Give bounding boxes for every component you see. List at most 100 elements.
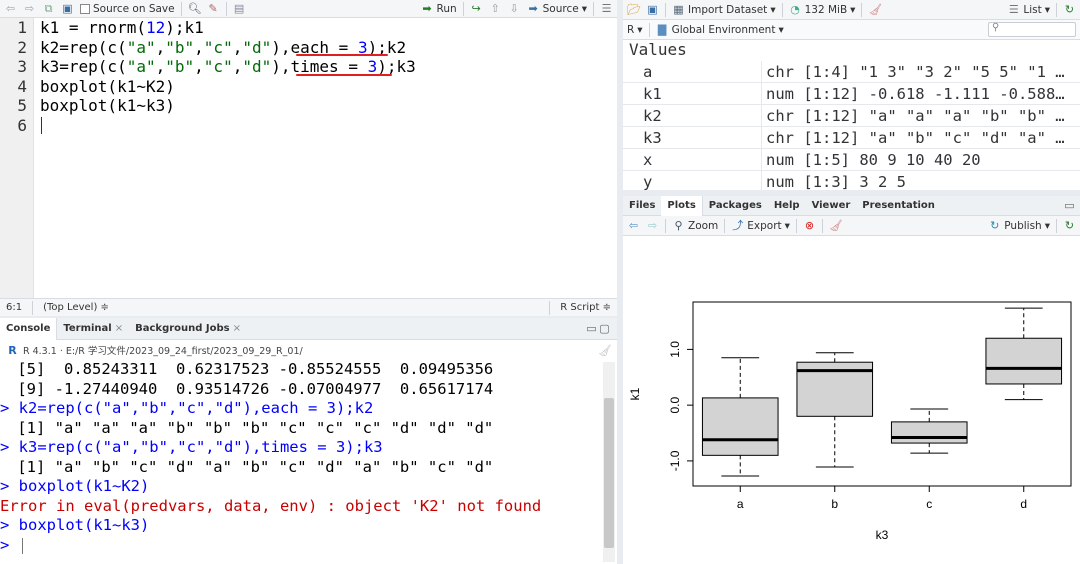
tab-presentation[interactable]: Presentation xyxy=(856,196,941,216)
close-icon[interactable]: × xyxy=(233,323,241,334)
show-in-window-icon[interactable]: ⧉ xyxy=(42,2,55,15)
code-string: "a" xyxy=(126,37,156,57)
code-string: "a" xyxy=(126,57,156,76)
view-mode-selector[interactable]: ☰ List ▾ xyxy=(1007,3,1050,16)
run-button[interactable]: ➡ Run xyxy=(421,2,456,15)
code-token: boxplot(k1~k3) xyxy=(40,96,175,115)
chevron-down-icon: ▾ xyxy=(1044,3,1050,16)
publish-icon: ↻ xyxy=(990,219,1000,232)
line-number: 2 xyxy=(17,37,27,57)
code-string: "d" xyxy=(242,37,272,57)
tab-viewer[interactable]: Viewer xyxy=(806,196,857,216)
x-tick-label: c xyxy=(926,497,932,511)
tab-help[interactable]: Help xyxy=(768,196,806,216)
console-error-line: Error in eval(predvars, data, env) : obj… xyxy=(0,496,542,515)
editor-toolbar: ⇦ ⇨ ⧉ ▣ Source on Save 🔍︎ ✎ ▤ ➡ Run ↪ ⇧ ⇩… xyxy=(0,0,617,18)
console-path-bar: R R 4.3.1 · E:/R 学习文件/2023_09_24_first/2… xyxy=(0,340,617,360)
line-number: 3 xyxy=(17,57,27,76)
line-number: 6 xyxy=(17,115,27,135)
minimize-icon[interactable]: ▭ xyxy=(585,322,598,335)
console-line: [5] 0.85243311 0.62317523 -0.85524555 0.… xyxy=(8,360,494,378)
environment-row[interactable]: a chr [1:4] "1 3" "3 2" "5 5" "1 … xyxy=(623,61,1080,83)
console-prompt[interactable]: > xyxy=(0,536,19,556)
clear-console-broom-icon[interactable]: 🧹︎ xyxy=(598,344,612,357)
previous-plot-icon[interactable]: ⇦ xyxy=(627,219,640,232)
x-axis-label: k3 xyxy=(876,528,889,542)
export-icon: ⤴ xyxy=(732,219,744,232)
import-dataset-button[interactable]: ▦ Import Dataset ▾ xyxy=(672,3,775,16)
refresh-icon[interactable]: ↻ xyxy=(1063,219,1076,232)
run-arrow-icon: ➡ xyxy=(422,2,432,15)
environment-row[interactable]: x num [1:5] 80 9 10 40 20 xyxy=(623,149,1080,171)
scope-selector[interactable]: (Top Level) ≑ xyxy=(43,302,109,313)
environment-row[interactable]: k1 num [1:12] -0.618 -1.111 -0.588… xyxy=(623,83,1080,105)
compile-report-icon[interactable]: ▤ xyxy=(233,2,246,15)
y-tick-label: 1.0 xyxy=(668,341,682,358)
boxplot-chart: a b c d -1.0 0.0 1.0 k3 k1 xyxy=(628,301,1072,542)
maximize-icon[interactable]: ▢ xyxy=(598,322,611,335)
tab-packages[interactable]: Packages xyxy=(703,196,768,216)
tab-background-jobs[interactable]: Background Jobs × xyxy=(129,318,247,340)
environment-scope-selector[interactable]: ▇ Global Environment ▾ xyxy=(656,23,784,36)
code-string: "c" xyxy=(203,37,233,57)
console-line: > k2=rep(c("a","b","c","d"),each = 3);k2 xyxy=(0,399,374,417)
code-string: "b" xyxy=(165,57,195,76)
environment-row[interactable]: y num [1:3] 3 2 5 xyxy=(623,171,1080,190)
chevron-down-icon: ▾ xyxy=(581,2,587,15)
remove-plot-icon[interactable]: ⊗ xyxy=(803,219,816,232)
source-button[interactable]: ➡ Source ▾ xyxy=(527,2,587,15)
list-icon: ☰ xyxy=(1008,3,1019,16)
environment-row[interactable]: k3 chr [1:12] "a" "b" "c" "d" "a" … xyxy=(623,127,1080,149)
working-directory[interactable]: R 4.3.1 · E:/R 学习文件/2023_09_24_first/202… xyxy=(23,343,303,357)
close-icon[interactable]: × xyxy=(115,323,123,334)
console-line: [1] "a" "b" "c" "d" "a" "b" "c" "d" "a" … xyxy=(8,457,494,476)
memory-usage-button[interactable]: ◔ 132 MiB ▾ xyxy=(789,3,855,16)
outline-menu-icon[interactable]: ☰ xyxy=(600,2,613,15)
language-selector[interactable]: R ▾ xyxy=(627,24,643,36)
publish-button[interactable]: ↻ Publish ▾ xyxy=(988,219,1050,232)
scrollbar-thumb[interactable] xyxy=(604,398,614,548)
tab-plots[interactable]: Plots xyxy=(661,196,703,216)
x-tick-label: a xyxy=(737,497,744,511)
tab-console[interactable]: Console xyxy=(0,318,58,340)
open-folder-icon[interactable]: 📂︎ xyxy=(627,3,641,16)
file-type-selector[interactable]: R Script ≑ xyxy=(560,302,611,313)
save-icon[interactable]: ▣ xyxy=(61,2,74,15)
forward-arrow-icon[interactable]: ⇨ xyxy=(23,2,36,15)
code-area[interactable]: k1 = rnorm(12);k1 k2=rep(c("a","b","c","… xyxy=(40,18,613,298)
code-line[interactable]: k1 = rnorm(12);k1 xyxy=(40,18,204,38)
tab-files[interactable]: Files xyxy=(623,196,661,216)
chevron-down-icon: ▾ xyxy=(1044,219,1050,232)
environment-search-input[interactable]: ⚲ xyxy=(988,22,1076,37)
environment-row[interactable]: k2 chr [1:12] "a" "a" "a" "b" "b" … xyxy=(623,105,1080,127)
search-icon[interactable]: 🔍︎ xyxy=(188,2,202,15)
next-plot-icon[interactable]: ⇨ xyxy=(646,219,659,232)
save-workspace-icon[interactable]: ▣ xyxy=(646,3,659,16)
minimize-icon[interactable]: ▭ xyxy=(1063,199,1076,212)
code-tools-wand-icon[interactable]: ✎ xyxy=(207,2,220,15)
source-on-save-toggle[interactable]: Source on Save xyxy=(80,3,175,15)
source-editor-pane: ⇦ ⇨ ⧉ ▣ Source on Save 🔍︎ ✎ ▤ ➡ Run ↪ ⇧ ⇩… xyxy=(0,0,617,316)
code-line[interactable]: boxplot(k1~K2) xyxy=(40,77,175,97)
console-scrollbar[interactable] xyxy=(603,362,615,562)
r-logo-icon: R xyxy=(8,343,17,357)
back-arrow-icon[interactable]: ⇦ xyxy=(4,2,17,15)
tab-terminal[interactable]: Terminal × xyxy=(57,318,129,340)
code-string: "b" xyxy=(165,37,195,57)
text-cursor xyxy=(41,117,42,134)
clear-plots-broom-icon[interactable]: 🧹︎ xyxy=(829,219,843,232)
console-output[interactable]: [5] 0.85243311 0.62317523 -0.85524555 0.… xyxy=(0,360,601,564)
go-down-icon[interactable]: ⇩ xyxy=(508,2,521,15)
clear-environment-broom-icon[interactable]: 🧹︎ xyxy=(868,3,882,16)
table-icon: ▦ xyxy=(673,3,684,16)
go-up-icon[interactable]: ⇧ xyxy=(489,2,502,15)
source-arrow-icon: ➡ xyxy=(528,2,538,15)
rerun-icon[interactable]: ↪ xyxy=(470,2,483,15)
zoom-button[interactable]: ⚲ Zoom xyxy=(672,219,718,232)
code-line[interactable]: boxplot(k1~k3) xyxy=(40,96,175,116)
export-button[interactable]: ⤴ Export ▾ xyxy=(731,219,790,232)
code-token: boxplot(k1~K2) xyxy=(40,76,175,96)
refresh-icon[interactable]: ↻ xyxy=(1063,3,1076,16)
code-string: "d" xyxy=(242,57,272,76)
line-number-gutter: 1 2 3 4 5 6 xyxy=(0,18,34,298)
